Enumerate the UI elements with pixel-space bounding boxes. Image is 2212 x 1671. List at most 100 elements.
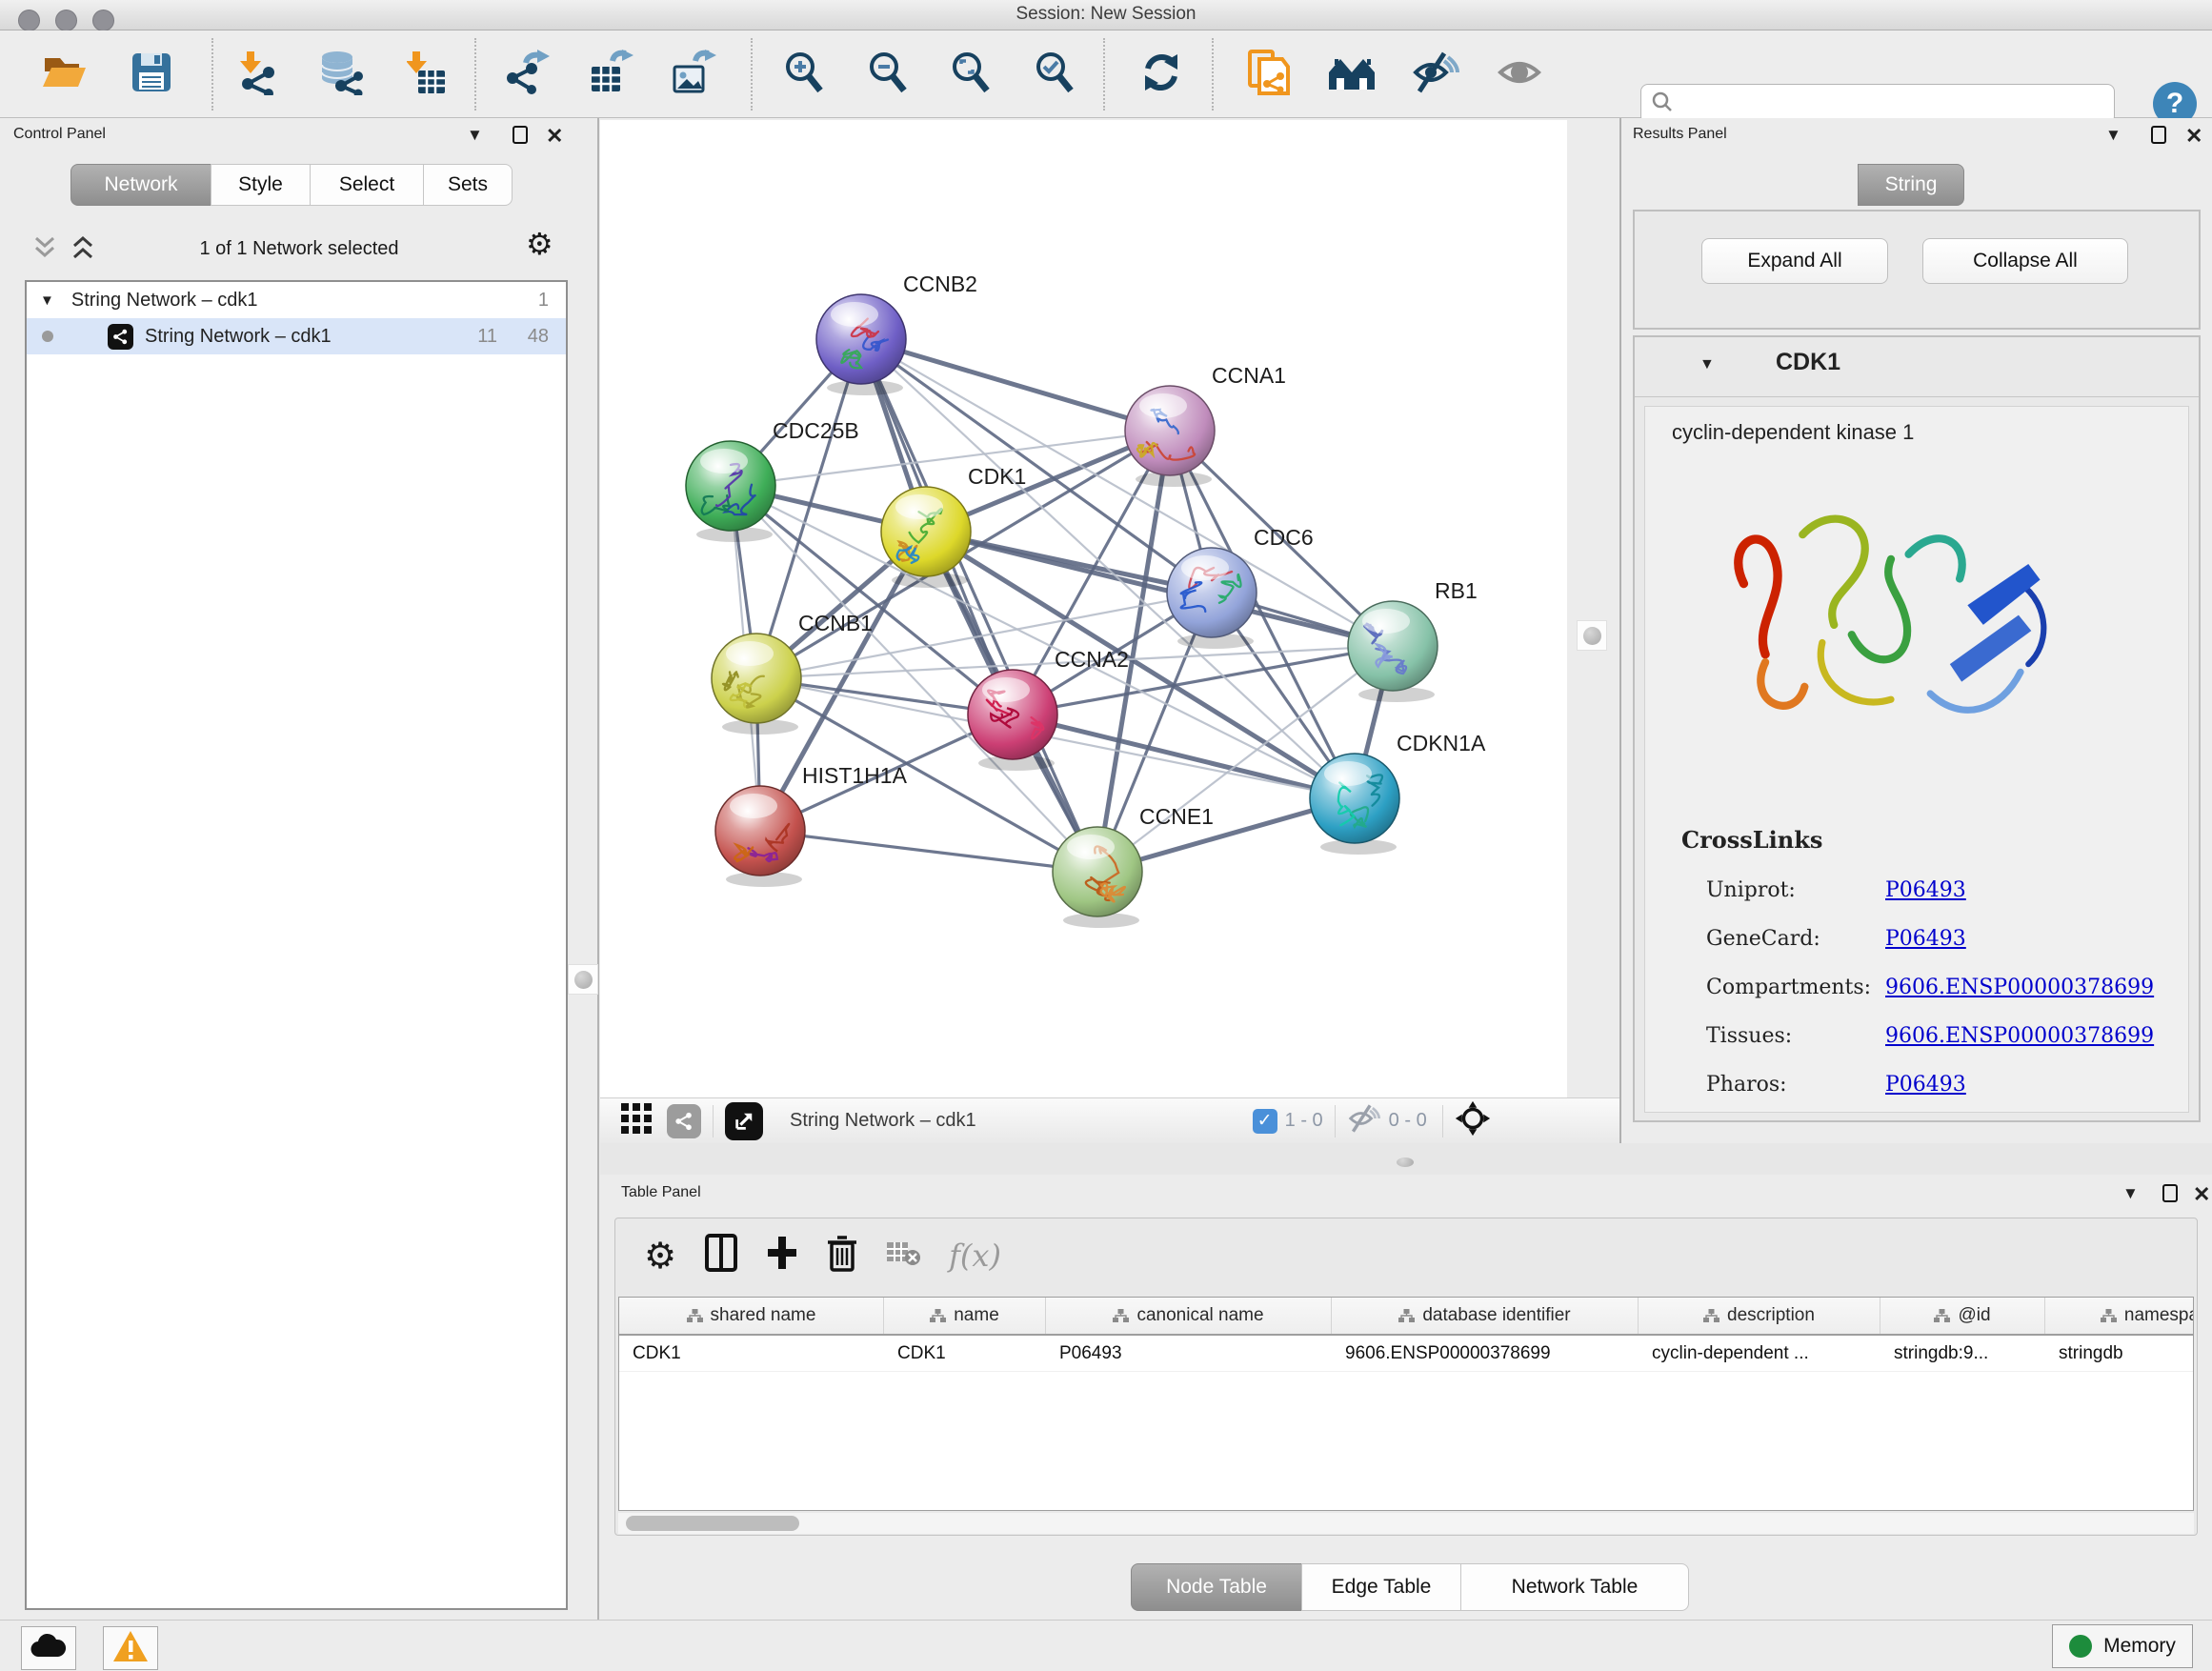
refresh-view-button[interactable]: [1131, 44, 1192, 105]
show-columns-icon[interactable]: [705, 1234, 737, 1277]
first-neighbors-button[interactable]: [1321, 44, 1382, 105]
export-table-button[interactable]: [580, 44, 641, 105]
node-CDC25B[interactable]: CDC25B: [686, 418, 859, 542]
add-column-icon[interactable]: [766, 1235, 798, 1276]
import-network-file-button[interactable]: [230, 44, 291, 105]
network-row[interactable]: String Network – cdk1 11 48: [27, 318, 566, 354]
warnings-button[interactable]: [103, 1626, 158, 1670]
column-header[interactable]: namespace: [2045, 1298, 2194, 1334]
tab-select[interactable]: Select: [310, 164, 424, 206]
collapse-panel-icon[interactable]: ▼: [2105, 126, 2122, 145]
export-image-button[interactable]: [663, 44, 724, 105]
network-canvas[interactable]: CCNB2CCNA1CDC25BCDK1CDC6RB1CCNB1CCNA2CDK…: [600, 120, 1567, 1097]
node-HIST1H1A[interactable]: HIST1H1A: [715, 763, 908, 887]
birds-eye-view-icon[interactable]: [1455, 1100, 1491, 1141]
tab-edge-table[interactable]: Edge Table: [1301, 1563, 1461, 1611]
table-cell[interactable]: stringdb: [2045, 1336, 2194, 1371]
table-options-gear-icon[interactable]: ⚙: [644, 1238, 676, 1274]
crosslink-value-link[interactable]: 9606.ENSP00000378699: [1885, 1024, 2154, 1048]
float-panel-icon[interactable]: [2151, 126, 2166, 149]
delete-column-trash-icon[interactable]: [827, 1234, 857, 1277]
show-all-button[interactable]: [1489, 44, 1550, 105]
float-panel-icon[interactable]: [513, 126, 528, 149]
collapse-panel-icon[interactable]: ▼: [2122, 1184, 2139, 1203]
node-table[interactable]: shared namenamecanonical namedatabase id…: [618, 1297, 2194, 1511]
tab-style[interactable]: Style: [211, 164, 311, 206]
tree-expander-icon[interactable]: ▼: [40, 292, 54, 309]
open-session-button[interactable]: [34, 44, 95, 105]
tab-network-table[interactable]: Network Table: [1460, 1563, 1689, 1611]
crosslink-label: Pharos:: [1706, 1060, 1885, 1109]
table-cell[interactable]: cyclin-dependent ...: [1639, 1336, 1880, 1371]
table-horizontal-scrollbar[interactable]: [618, 1513, 2194, 1534]
column-header[interactable]: database identifier: [1332, 1298, 1639, 1334]
column-header[interactable]: @id: [1880, 1298, 2045, 1334]
cloud-status-button[interactable]: [21, 1626, 76, 1670]
right-splitter-handle[interactable]: [1577, 620, 1607, 651]
gene-expander-icon[interactable]: ▼: [1699, 356, 1715, 373]
title-bar: Session: New Session: [0, 0, 2212, 30]
tab-node-table[interactable]: Node Table: [1131, 1563, 1302, 1611]
collapse-panel-icon[interactable]: ▼: [467, 126, 483, 145]
results-actions-box: Expand All Collapse All: [1633, 210, 2201, 330]
selected-checkbox-icon[interactable]: ✓: [1253, 1109, 1277, 1134]
edge-HIST1H1A-CCNE1[interactable]: [760, 831, 1097, 872]
node-CCNA1[interactable]: CCNA1: [1125, 363, 1286, 487]
crosslink-value-link[interactable]: P06493: [1885, 1073, 1966, 1097]
crosslink-value-link[interactable]: P06493: [1885, 878, 1966, 902]
network-type-icon[interactable]: [667, 1104, 701, 1138]
window-title: Session: New Session: [0, 4, 2212, 25]
column-header[interactable]: description: [1639, 1298, 1880, 1334]
hide-selected-button[interactable]: [1405, 44, 1466, 105]
network-collection-row[interactable]: ▼ String Network – cdk1 1: [27, 282, 566, 318]
detach-view-icon[interactable]: [725, 1102, 763, 1140]
table-cell[interactable]: CDK1: [619, 1336, 884, 1371]
scrollbar-thumb[interactable]: [626, 1516, 799, 1531]
crosslink-value-link[interactable]: P06493: [1885, 927, 1966, 951]
close-panel-icon[interactable]: ✕: [2193, 1182, 2210, 1207]
column-header[interactable]: name: [884, 1298, 1046, 1334]
import-network-database-button[interactable]: [311, 44, 372, 105]
close-panel-icon[interactable]: ✕: [2185, 124, 2202, 149]
node-CDKN1A[interactable]: CDKN1A: [1310, 731, 1486, 855]
column-header[interactable]: shared name: [619, 1298, 884, 1334]
node-label-CDK1: CDK1: [968, 464, 1026, 489]
grid-view-icon[interactable]: [621, 1103, 652, 1138]
table-row[interactable]: CDK1CDK1P064939606.ENSP00000378699cyclin…: [619, 1336, 2193, 1372]
save-session-button[interactable]: [121, 44, 182, 105]
column-header[interactable]: canonical name: [1046, 1298, 1332, 1334]
crosslink-value-link[interactable]: 9606.ENSP00000378699: [1885, 976, 2154, 999]
table-cell[interactable]: CDK1: [884, 1336, 1046, 1371]
horizontal-splitter-handle[interactable]: [1397, 1158, 1414, 1167]
table-cell[interactable]: P06493: [1046, 1336, 1332, 1371]
node-label-CCNA1: CCNA1: [1212, 363, 1286, 388]
zoom-fit-button[interactable]: [940, 44, 1001, 105]
tab-string[interactable]: String: [1858, 164, 1964, 206]
tab-network[interactable]: Network: [70, 164, 211, 206]
import-table-file-button[interactable]: [396, 44, 457, 105]
export-network-button[interactable]: [497, 44, 558, 105]
table-cell[interactable]: 9606.ENSP00000378699: [1332, 1336, 1639, 1371]
search-input[interactable]: [1674, 94, 2114, 114]
close-panel-icon[interactable]: ✕: [546, 124, 563, 149]
duplicate-network-button[interactable]: [1237, 44, 1298, 105]
left-splitter-handle[interactable]: [568, 964, 598, 995]
node-RB1[interactable]: RB1: [1348, 578, 1478, 702]
memory-button[interactable]: Memory: [2052, 1624, 2193, 1668]
table-tabs: Node Table Edge Table Network Table: [1131, 1563, 1689, 1611]
node-label-HIST1H1A: HIST1H1A: [802, 763, 908, 788]
zoom-out-button[interactable]: [857, 44, 918, 105]
zoom-selected-button[interactable]: [1024, 44, 1085, 105]
zoom-in-button[interactable]: [774, 44, 835, 105]
collapse-all-button[interactable]: Collapse All: [1922, 238, 2128, 284]
network-options-gear-icon[interactable]: ⚙: [526, 229, 553, 259]
float-panel-icon[interactable]: [2162, 1184, 2178, 1207]
edge-CCNB2-CCNE1[interactable]: [861, 339, 1097, 872]
node-CCNB2[interactable]: CCNB2: [816, 272, 977, 395]
edge-CDK1-RB1[interactable]: [926, 532, 1393, 646]
tab-sets[interactable]: Sets: [423, 164, 513, 206]
edge-CCNB2-CCNA1[interactable]: [861, 339, 1170, 431]
string-network-graph[interactable]: CCNB2CCNA1CDC25BCDK1CDC6RB1CCNB1CCNA2CDK…: [600, 120, 1567, 1097]
expand-all-button[interactable]: Expand All: [1701, 238, 1888, 284]
table-cell[interactable]: stringdb:9...: [1880, 1336, 2045, 1371]
